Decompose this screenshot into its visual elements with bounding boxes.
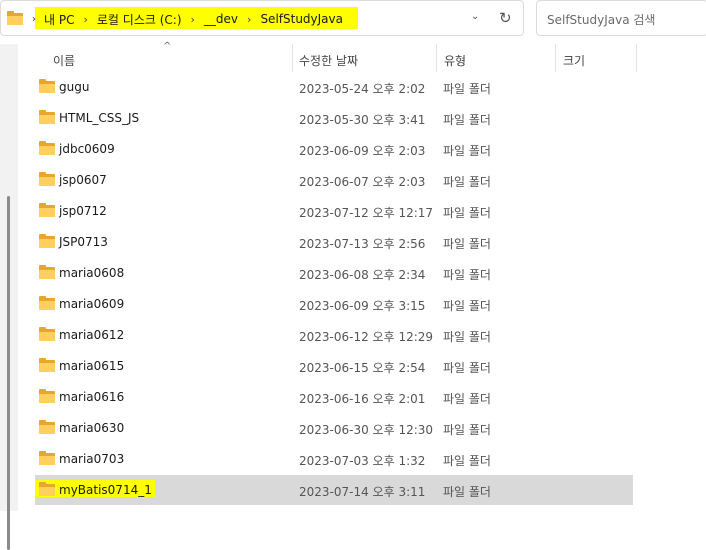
- file-name: myBatis0714_1: [59, 483, 152, 497]
- folder-icon: [39, 327, 55, 341]
- column-date[interactable]: 수정한 날짜: [299, 52, 358, 69]
- search-input[interactable]: SelfStudyJava 검색: [536, 0, 706, 36]
- chevron-right-icon[interactable]: ›: [32, 14, 36, 25]
- file-row[interactable]: maria0616 2023-06-16 오후 2:01 파일 폴더: [35, 382, 633, 412]
- column-divider[interactable]: [555, 44, 556, 72]
- folder-icon: [39, 389, 55, 403]
- file-row[interactable]: maria0608 2023-06-08 오후 2:34 파일 폴더: [35, 258, 633, 288]
- file-date: 2023-07-14 오후 3:11: [299, 485, 426, 499]
- scrollbar-thumb[interactable]: [7, 196, 10, 550]
- folder-icon: [39, 203, 55, 217]
- file-name: HTML_CSS_JS: [59, 111, 140, 125]
- file-name: maria0612: [59, 328, 125, 342]
- file-name: maria0703: [59, 452, 125, 466]
- folder-icon: [39, 296, 55, 310]
- file-date: 2023-06-07 오후 2:03: [299, 175, 426, 189]
- column-size[interactable]: 크기: [563, 52, 585, 69]
- file-date: 2023-06-15 오후 2:54: [299, 361, 426, 375]
- file-row[interactable]: gugu 2023-05-24 오후 2:02 파일 폴더: [35, 72, 633, 102]
- file-date: 2023-06-12 오후 12:29: [299, 330, 434, 344]
- file-row[interactable]: myBatis0714_1 2023-07-14 오후 3:11 파일 폴더: [35, 475, 633, 505]
- file-name: JSP0713: [59, 235, 108, 249]
- file-type: 파일 폴더: [443, 330, 491, 344]
- file-date: 2023-06-08 오후 2:34: [299, 268, 426, 282]
- chevron-right-icon[interactable]: ›: [191, 13, 195, 26]
- folder-icon: [39, 482, 55, 496]
- file-type: 파일 폴더: [443, 144, 491, 158]
- breadcrumb-local-disk[interactable]: 로컬 디스크 (C:): [97, 11, 182, 28]
- file-type: 파일 폴더: [443, 423, 491, 437]
- file-row[interactable]: HTML_CSS_JS 2023-05-30 오후 3:41 파일 폴더: [35, 103, 633, 133]
- file-type: 파일 폴더: [443, 485, 491, 499]
- folder-icon: [39, 358, 55, 372]
- file-name: maria0609: [59, 297, 125, 311]
- file-date: 2023-06-30 오후 12:30: [299, 423, 434, 437]
- chevron-down-icon[interactable]: ⌄: [471, 11, 479, 22]
- file-type: 파일 폴더: [443, 361, 491, 375]
- file-name: jsp0712: [59, 204, 107, 218]
- breadcrumb-dev[interactable]: __dev: [204, 12, 238, 26]
- file-date: 2023-06-09 오후 2:03: [299, 144, 426, 158]
- column-header: 이름 수정한 날짜 유형 크기: [0, 44, 706, 72]
- folder-icon: [39, 172, 55, 186]
- file-type: 파일 폴더: [443, 82, 491, 96]
- file-row[interactable]: maria0630 2023-06-30 오후 12:30 파일 폴더: [35, 413, 633, 443]
- folder-icon: [39, 110, 55, 124]
- refresh-icon[interactable]: ↻: [499, 9, 512, 27]
- file-row[interactable]: maria0609 2023-06-09 오후 3:15 파일 폴더: [35, 289, 633, 319]
- file-name: jdbc0609: [59, 142, 115, 156]
- file-name: gugu: [59, 80, 90, 94]
- column-divider[interactable]: [636, 44, 637, 72]
- folder-icon: [7, 11, 23, 25]
- file-date: 2023-05-24 오후 2:02: [299, 82, 426, 96]
- file-name: maria0615: [59, 359, 125, 373]
- chevron-right-icon[interactable]: ›: [83, 13, 87, 26]
- folder-icon: [39, 141, 55, 155]
- folder-icon: [39, 451, 55, 465]
- folder-icon: [39, 265, 55, 279]
- sort-ascending-icon: ^: [163, 41, 172, 52]
- file-date: 2023-06-09 오후 3:15: [299, 299, 426, 313]
- chevron-right-icon[interactable]: ›: [247, 13, 251, 26]
- file-date: 2023-07-13 오후 2:56: [299, 237, 426, 251]
- column-divider[interactable]: [436, 44, 437, 72]
- file-name: jsp0607: [59, 173, 107, 187]
- file-date: 2023-06-16 오후 2:01: [299, 392, 426, 406]
- file-row[interactable]: maria0703 2023-07-03 오후 1:32 파일 폴더: [35, 444, 633, 474]
- file-row[interactable]: maria0615 2023-06-15 오후 2:54 파일 폴더: [35, 351, 633, 381]
- folder-icon: [39, 79, 55, 93]
- column-type[interactable]: 유형: [444, 52, 466, 69]
- file-date: 2023-07-12 오후 12:17: [299, 206, 434, 220]
- file-type: 파일 폴더: [443, 113, 491, 127]
- breadcrumb-pc[interactable]: 내 PC: [44, 11, 74, 28]
- column-name[interactable]: 이름: [53, 52, 75, 69]
- file-date: 2023-05-30 오후 3:41: [299, 113, 426, 127]
- file-row[interactable]: jsp0712 2023-07-12 오후 12:17 파일 폴더: [35, 196, 633, 226]
- file-type: 파일 폴더: [443, 454, 491, 468]
- column-divider[interactable]: [292, 44, 293, 72]
- file-name: maria0630: [59, 421, 125, 435]
- file-type: 파일 폴더: [443, 268, 491, 282]
- address-bar[interactable]: › 내 PC › 로컬 디스크 (C:) › __dev › SelfStudy…: [0, 0, 524, 36]
- file-type: 파일 폴더: [443, 237, 491, 251]
- file-type: 파일 폴더: [443, 392, 491, 406]
- folder-icon: [39, 234, 55, 248]
- file-type: 파일 폴더: [443, 206, 491, 220]
- file-row[interactable]: jsp0607 2023-06-07 오후 2:03 파일 폴더: [35, 165, 633, 195]
- file-type: 파일 폴더: [443, 175, 491, 189]
- file-name: maria0616: [59, 390, 125, 404]
- file-row[interactable]: JSP0713 2023-07-13 오후 2:56 파일 폴더: [35, 227, 633, 257]
- folder-icon: [39, 420, 55, 434]
- breadcrumb-selfstudyjava[interactable]: SelfStudyJava: [260, 12, 343, 26]
- file-row[interactable]: maria0612 2023-06-12 오후 12:29 파일 폴더: [35, 320, 633, 350]
- file-row[interactable]: jdbc0609 2023-06-09 오후 2:03 파일 폴더: [35, 134, 633, 164]
- file-type: 파일 폴더: [443, 299, 491, 313]
- file-name: maria0608: [59, 266, 125, 280]
- nav-pane-scrollbar: [0, 44, 18, 550]
- file-date: 2023-07-03 오후 1:32: [299, 454, 426, 468]
